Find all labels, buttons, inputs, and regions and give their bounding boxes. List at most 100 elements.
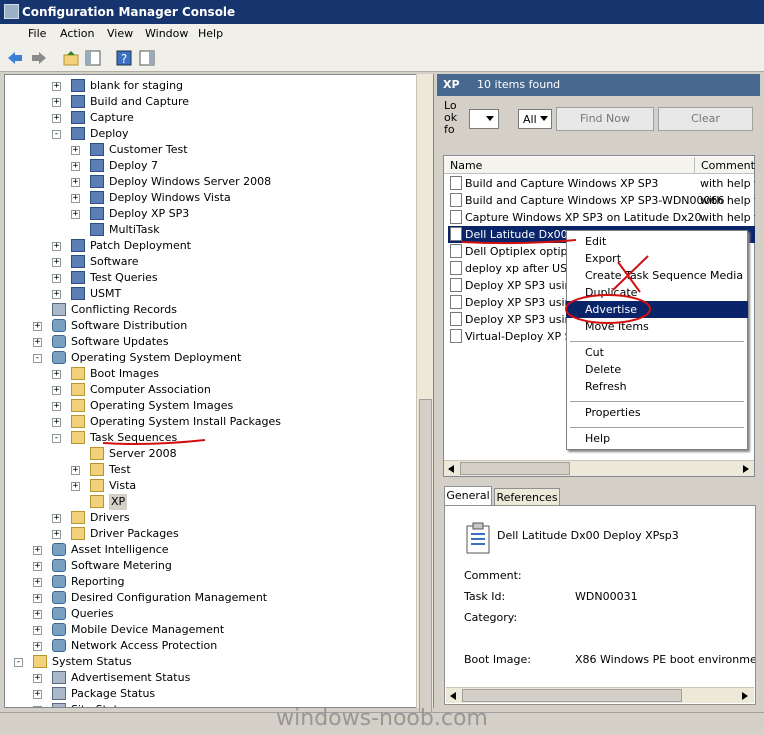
list-item[interactable]: Build and Capture Windows XP SP3-WDN0006… — [448, 192, 755, 209]
scope-select[interactable]: All — [518, 109, 552, 129]
expand-icon[interactable]: + — [71, 178, 80, 187]
expand-icon[interactable]: + — [33, 338, 42, 347]
scroll-right-icon[interactable] — [742, 692, 748, 700]
menu-item-delete[interactable]: Delete — [566, 361, 748, 378]
expand-icon[interactable]: + — [52, 114, 61, 123]
tree-node[interactable]: + Driver Packages — [5, 526, 415, 542]
tree-node[interactable]: - System Status — [5, 654, 415, 670]
tree-node[interactable]: + Operating System Images — [5, 398, 415, 414]
tree-node[interactable]: Server 2008 — [5, 446, 415, 462]
expand-icon[interactable]: + — [33, 322, 42, 331]
expand-icon[interactable]: + — [52, 242, 61, 251]
scroll-thumb[interactable] — [460, 462, 570, 475]
expand-icon[interactable]: + — [52, 370, 61, 379]
tree-node[interactable]: + Test Queries — [5, 270, 415, 286]
tree-node[interactable]: + Customer Test — [5, 142, 415, 158]
action-pane-icon[interactable] — [138, 49, 156, 67]
tree-node[interactable]: + Deploy XP SP3 — [5, 206, 415, 222]
expand-icon[interactable]: + — [52, 402, 61, 411]
tree-node[interactable]: + USMT — [5, 286, 415, 302]
column-divider[interactable] — [694, 157, 695, 174]
tree-node[interactable]: + Desired Configuration Management — [5, 590, 415, 606]
scroll-left-icon[interactable] — [450, 692, 456, 700]
expand-icon[interactable]: + — [52, 274, 61, 283]
menu-item-properties[interactable]: Properties — [566, 404, 748, 421]
expand-icon[interactable]: + — [71, 482, 80, 491]
tree-node[interactable]: + Software Distribution — [5, 318, 415, 334]
expand-icon[interactable]: + — [33, 626, 42, 635]
tree-node[interactable]: + Package Status — [5, 686, 415, 702]
menu-view[interactable]: View — [107, 27, 133, 40]
menu-item-help[interactable]: Help — [566, 430, 748, 447]
column-name[interactable]: Name — [450, 159, 482, 172]
tree-node[interactable]: - Deploy — [5, 126, 415, 142]
expand-icon[interactable]: + — [71, 194, 80, 203]
column-comment[interactable]: Comment — [701, 159, 755, 172]
forward-arrow-icon[interactable] — [30, 49, 48, 67]
expand-icon[interactable]: + — [71, 210, 80, 219]
list-horizontal-scrollbar[interactable] — [444, 460, 754, 476]
tree-node[interactable]: + Reporting — [5, 574, 415, 590]
menu-item-edit[interactable]: Edit — [566, 233, 748, 250]
expand-icon[interactable]: + — [52, 514, 61, 523]
help-icon[interactable]: ? — [115, 49, 133, 67]
expand-icon[interactable]: + — [33, 546, 42, 555]
tree-node[interactable]: - Operating System Deployment — [5, 350, 415, 366]
tree-node[interactable]: + Deploy Windows Server 2008 — [5, 174, 415, 190]
collapse-icon[interactable]: - — [33, 354, 42, 363]
tree-node[interactable]: XP — [5, 494, 415, 510]
menu-item-cut[interactable]: Cut — [566, 344, 748, 361]
tree-node[interactable]: + Computer Association — [5, 382, 415, 398]
details-horizontal-scrollbar[interactable] — [446, 687, 754, 703]
expand-icon[interactable]: + — [52, 82, 61, 91]
tree-node[interactable]: + Boot Images — [5, 366, 415, 382]
expand-icon[interactable]: + — [33, 690, 42, 699]
find-now-button[interactable]: Find Now — [556, 107, 654, 131]
menu-item-advertise[interactable]: Advertise — [566, 301, 748, 318]
expand-icon[interactable]: + — [52, 258, 61, 267]
list-item[interactable]: Build and Capture Windows XP SP3 with hel… — [448, 175, 755, 192]
menu-item-duplicate[interactable]: Duplicate — [566, 284, 748, 301]
tree-node[interactable]: + Build and Capture — [5, 94, 415, 110]
back-arrow-icon[interactable] — [6, 49, 24, 67]
expand-icon[interactable]: + — [52, 418, 61, 427]
menu-window[interactable]: Window — [145, 27, 188, 40]
scroll-thumb[interactable] — [462, 689, 682, 702]
scroll-thumb[interactable] — [419, 399, 432, 729]
tree-node[interactable]: + Advertisement Status — [5, 670, 415, 686]
menu-item-export[interactable]: Export — [566, 250, 748, 267]
tree-node[interactable]: + Software Metering — [5, 558, 415, 574]
expand-icon[interactable]: + — [52, 386, 61, 395]
tree-node[interactable]: + Patch Deployment — [5, 238, 415, 254]
tree-node[interactable]: + Mobile Device Management — [5, 622, 415, 638]
scroll-left-icon[interactable] — [448, 465, 454, 473]
tree-node[interactable]: + blank for staging — [5, 78, 415, 94]
tree-node[interactable]: + Capture — [5, 110, 415, 126]
expand-icon[interactable]: + — [52, 98, 61, 107]
tree-node[interactable]: + Vista — [5, 478, 415, 494]
expand-icon[interactable]: + — [33, 706, 42, 707]
menu-help[interactable]: Help — [198, 27, 223, 40]
tree-node[interactable]: MultiTask — [5, 222, 415, 238]
expand-icon[interactable]: + — [33, 562, 42, 571]
collapse-icon[interactable]: - — [52, 434, 61, 443]
expand-icon[interactable]: + — [71, 466, 80, 475]
tree-node[interactable]: + Asset Intelligence — [5, 542, 415, 558]
tree-node[interactable]: + Drivers — [5, 510, 415, 526]
scroll-right-icon[interactable] — [743, 465, 749, 473]
expand-icon[interactable]: + — [33, 578, 42, 587]
collapse-icon[interactable]: - — [14, 658, 23, 667]
show-hide-tree-icon[interactable] — [84, 49, 102, 67]
expand-icon[interactable]: + — [33, 610, 42, 619]
list-item[interactable]: Capture Windows XP SP3 on Latitude Dx20 w… — [448, 209, 755, 226]
menu-action[interactable]: Action — [60, 27, 94, 40]
expand-icon[interactable]: + — [33, 642, 42, 651]
clear-button[interactable]: Clear — [658, 107, 753, 131]
menu-file[interactable]: File — [28, 27, 46, 40]
tree-node[interactable]: - Task Sequences — [5, 430, 415, 446]
up-folder-icon[interactable] — [62, 49, 80, 67]
tree-node[interactable]: + Network Access Protection — [5, 638, 415, 654]
tree-node[interactable]: + Software — [5, 254, 415, 270]
chevron-down-icon[interactable] — [540, 116, 548, 122]
tree-node[interactable]: + Deploy Windows Vista — [5, 190, 415, 206]
